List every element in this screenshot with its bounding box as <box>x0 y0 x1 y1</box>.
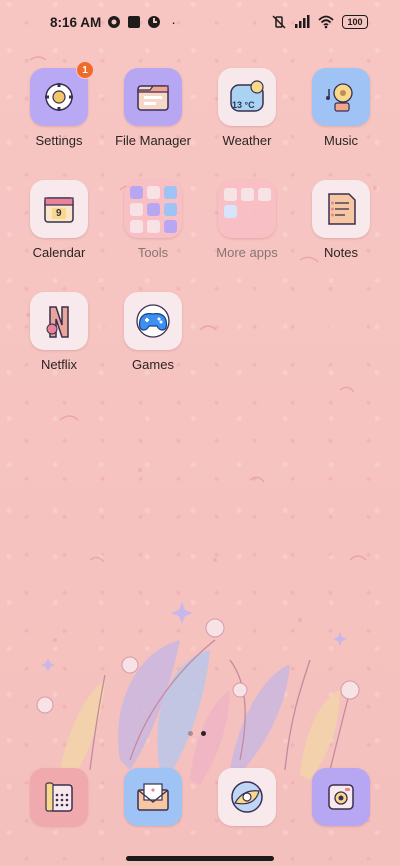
app-music[interactable]: Music <box>296 68 386 148</box>
home-gesture-bar[interactable] <box>126 856 274 861</box>
mini-app-icon <box>129 202 143 216</box>
mini-app-icon <box>240 188 254 201</box>
mini-app-icon <box>146 219 160 233</box>
messages-icon[interactable] <box>124 768 182 826</box>
settings-icon: 1 <box>30 61 94 126</box>
mini-app-icon <box>163 202 177 216</box>
more-notifications-dot-icon: · <box>171 14 176 30</box>
app-label: Weather <box>222 133 272 148</box>
weather-icon: 13 °C <box>218 68 276 126</box>
more-apps-folder-icon <box>218 180 276 238</box>
wifi-icon <box>318 15 334 29</box>
status-time: 8:16 AM <box>50 14 102 30</box>
status-bar: 8:16 AM · 100 <box>0 0 400 44</box>
battery-indicator: 100 <box>342 15 368 29</box>
notification-app-icon <box>108 16 121 28</box>
folder-more-apps[interactable]: More apps <box>202 180 292 260</box>
app-calendar[interactable]: 9 Calendar <box>14 180 104 260</box>
app-netflix[interactable]: Netflix <box>14 292 104 372</box>
app-label: Games <box>132 357 174 372</box>
app-label: Music <box>324 133 358 148</box>
app-notes[interactable]: Notes <box>296 180 386 260</box>
mini-app-icon <box>163 219 177 233</box>
mini-app-icon <box>146 202 160 216</box>
games-icon <box>124 292 182 350</box>
calendar-day: 9 <box>56 208 62 219</box>
app-settings[interactable]: 1 Settings <box>14 61 104 148</box>
notification-badge: 1 <box>76 61 94 79</box>
notification-square-icon <box>128 16 141 28</box>
mini-app-icon <box>129 185 143 199</box>
tools-folder-icon <box>124 180 182 238</box>
app-games[interactable]: Games <box>108 292 198 372</box>
vibrate-mute-icon <box>272 15 286 29</box>
app-weather[interactable]: 13 °C Weather <box>202 68 292 148</box>
netflix-icon <box>30 292 88 350</box>
mini-app-icon <box>129 219 143 233</box>
phone-icon[interactable] <box>30 768 88 826</box>
page-dot[interactable] <box>188 731 193 736</box>
app-label: Settings <box>35 133 83 148</box>
notes-icon <box>312 180 370 238</box>
mini-app-icon <box>163 185 177 199</box>
app-file-manager[interactable]: File Manager <box>108 68 198 148</box>
weather-temp: 13 °C <box>232 100 255 110</box>
app-label: Tools <box>137 245 169 260</box>
camera-icon[interactable] <box>312 768 370 826</box>
page-indicator <box>188 731 206 736</box>
cellular-signal-icon <box>295 15 310 28</box>
file-manager-icon <box>124 68 182 126</box>
mini-app-icon <box>223 188 237 201</box>
browser-icon[interactable] <box>218 768 276 826</box>
app-label: Notes <box>324 245 358 260</box>
notification-app-icon-2 <box>148 16 161 28</box>
calendar-icon: 9 <box>30 180 88 238</box>
folder-tools[interactable]: Tools <box>108 180 198 260</box>
app-label: File Manager <box>115 133 191 148</box>
mini-app-icon <box>146 185 160 199</box>
app-label: More apps <box>216 245 278 260</box>
app-label: Netflix <box>40 357 78 372</box>
music-icon <box>312 68 370 126</box>
page-dot-active[interactable] <box>201 731 206 736</box>
mini-app-icon <box>257 188 271 201</box>
mini-app-icon <box>223 205 237 218</box>
app-label: Calendar <box>32 245 86 260</box>
